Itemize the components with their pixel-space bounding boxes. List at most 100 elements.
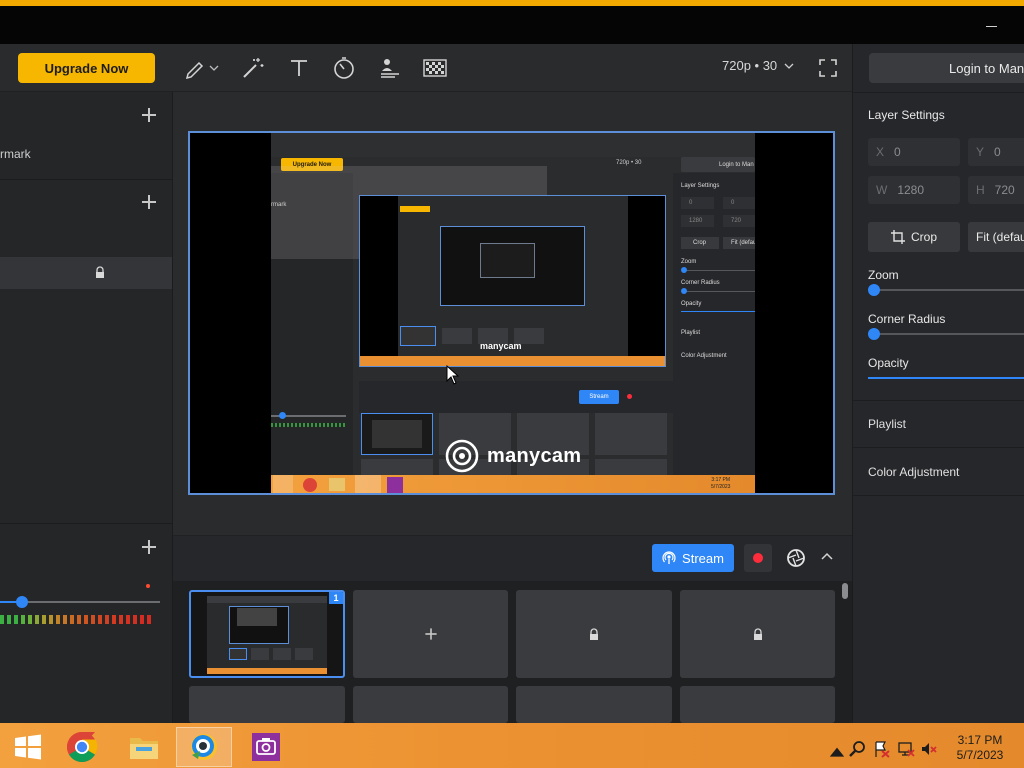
chroma-key-button[interactable] [420,54,450,82]
h-value: 720 [994,183,1015,197]
thumb-tile [229,648,247,660]
playlist-section[interactable]: Playlist [868,417,906,431]
plus-icon [425,628,438,641]
opacity-slider[interactable] [868,377,1024,379]
inner-tile-thumb [372,420,422,448]
inner-fit-label: Fit (defau [723,237,755,249]
camera-shutter-icon [787,549,805,567]
add-layer-button[interactable] [141,194,157,210]
manycam-watermark-text: manycam [487,444,582,467]
volume-muted-icon[interactable] [920,740,938,758]
timer-icon [334,57,354,79]
login-button[interactable]: Login to Many [869,53,1024,83]
lower-thirds-button[interactable] [375,54,405,82]
locked-layer-row[interactable] [0,257,172,289]
action-center-flag-icon[interactable] [873,740,891,758]
corner-radius-label: Corner Radius [868,312,946,326]
scene-tile-active[interactable]: 1 [189,590,345,678]
broadcast-icon [662,551,676,564]
thumb-tile [295,648,313,660]
upgrade-now-button[interactable]: Upgrade Now [18,53,155,83]
captured-screen: Upgrade Now 720p • 30 Login to Man rmark [271,133,755,493]
locked-scene-tile[interactable] [680,590,835,678]
minimize-button[interactable] [982,14,1002,34]
collapse-panel-button[interactable] [818,548,836,566]
zoom-slider-handle[interactable] [868,284,880,296]
main-preview[interactable]: Upgrade Now 720p • 30 Login to Man rmark [188,131,835,495]
magic-wand-button[interactable] [238,54,268,82]
meter-segment [105,615,109,624]
scene-tile[interactable] [353,686,508,723]
meter-segment [7,615,11,624]
width-field[interactable]: W 1280 [868,176,960,204]
zoom-label: Zoom [868,268,899,282]
x-position-field[interactable]: X 0 [868,138,960,166]
scenes-scrollbar[interactable] [842,583,848,599]
inner-taskbar: 3:17 PM 5/7/2023 [271,475,755,493]
inner-w-field: 1280 [681,215,714,227]
watermark-item-label: rmark [0,147,31,161]
inner-opacity-label: Opacity [681,301,702,307]
add-scene-tile[interactable] [353,590,508,678]
meter-segment [119,615,123,624]
add-source-button[interactable] [141,107,157,123]
system-clock[interactable]: 3:17 PM 5/7/2023 [950,733,1010,763]
corner-radius-slider-track[interactable] [874,333,1024,335]
manycam-logo-icon [445,439,479,473]
add-audio-button[interactable] [141,539,157,555]
color-adjustment-section[interactable]: Color Adjustment [868,465,959,479]
inner-inner-tile [442,328,472,344]
chroma-key-icon [423,59,447,77]
chrome-taskbar-button[interactable] [54,727,110,767]
y-position-field[interactable]: Y 0 [968,138,1024,166]
height-field[interactable]: H 720 [968,176,1024,204]
stream-button[interactable]: Stream [652,544,734,572]
chrome-icon [66,732,98,763]
lock-icon [590,628,598,640]
meter-segment [98,615,102,624]
thumb-tile [251,648,269,660]
inner-layer-settings: Layer Settings [681,183,720,189]
fullscreen-icon [819,59,837,77]
magic-wand-icon [243,58,264,78]
snapshot-button[interactable] [784,546,808,570]
h-key: H [976,183,985,197]
chevron-up-icon [821,552,833,560]
volume-slider-handle[interactable] [16,596,28,608]
search-icon[interactable] [848,740,866,758]
inner-volume-handle [279,412,286,419]
resolution-selector[interactable]: 720p • 30 [722,58,794,73]
inner-watermark-small-text: manycam [480,341,522,351]
divider [0,523,172,524]
timer-tool-button[interactable] [329,54,359,82]
inner-corner-track [684,291,755,292]
y-value: 0 [994,145,1001,159]
record-button[interactable] [744,544,772,572]
start-button[interactable] [0,727,56,767]
text-icon [291,60,307,76]
camera-taskbar-button[interactable] [238,727,294,767]
crop-icon [890,230,905,244]
tray-overflow-icon[interactable] [828,744,846,762]
recursive-preview [480,243,535,278]
manycam-watermark: manycam [445,439,581,473]
mouse-cursor-icon [446,365,460,385]
scene-tile[interactable] [680,686,835,723]
zoom-slider-track[interactable] [874,289,1024,291]
divider [853,495,1024,496]
network-icon[interactable] [897,740,915,758]
scene-tile[interactable] [516,686,672,723]
text-tool-button[interactable] [284,54,314,82]
windows-start-icon [15,734,41,760]
locked-scene-tile[interactable] [516,590,672,678]
fit-default-button[interactable]: Fit (defau [968,222,1024,252]
file-explorer-taskbar-button[interactable] [116,727,172,767]
inner-inner-tile [400,326,436,346]
scene-tile[interactable] [189,686,345,723]
manycam-taskbar-button[interactable] [176,727,232,767]
clock-time: 3:17 PM [957,733,1003,747]
corner-radius-slider-handle[interactable] [868,328,880,340]
crop-button[interactable]: Crop [868,222,960,252]
fullscreen-button[interactable] [816,56,840,80]
pen-tool-button[interactable] [182,54,222,82]
